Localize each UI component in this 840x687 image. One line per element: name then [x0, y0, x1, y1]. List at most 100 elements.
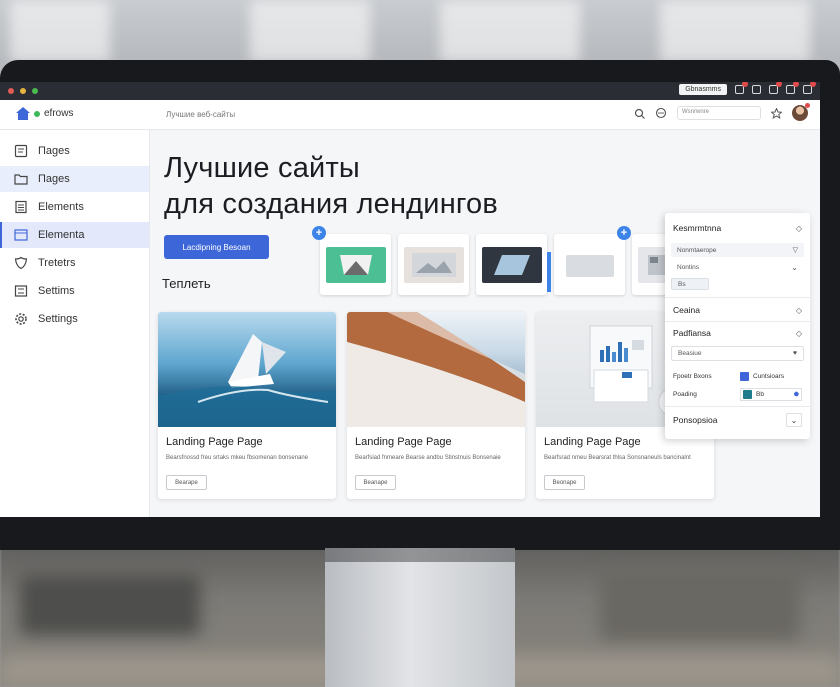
color-swatch-blue[interactable]: [740, 372, 749, 381]
sidebar-item-label: Elements: [38, 201, 84, 213]
comments-icon[interactable]: [655, 107, 667, 119]
panel-section-title: Ceaina: [673, 305, 700, 315]
sidebar-item-label: Пages: [38, 173, 70, 185]
panel-select-label: Beasiue: [678, 350, 702, 357]
diamond-icon[interactable]: ◇: [796, 224, 802, 233]
cta-button[interactable]: Lacdipning Besoan: [164, 235, 269, 259]
sidebar-item-label: Пages: [38, 145, 70, 157]
panel-section-header[interactable]: Kesmrmtnna ◇: [673, 223, 802, 233]
card-button[interactable]: Beanape: [355, 475, 396, 490]
list-icon: [15, 200, 27, 214]
divider: [665, 406, 810, 407]
panel-property-value-text: Cuntsioars: [753, 373, 785, 380]
sidebar-item-elementa[interactable]: Elementa: [0, 222, 149, 248]
monitor-stand: [325, 548, 515, 687]
panel-select[interactable]: Beasiue ♥: [671, 346, 804, 361]
card-description: Bearfsiad fnmeare Bearse andbu Stinstnui…: [355, 455, 501, 461]
template-thumb[interactable]: +: [312, 226, 391, 295]
panel-section-title: Padfiansa: [673, 328, 711, 338]
template-thumb[interactable]: +: [554, 226, 631, 295]
panel-property-value[interactable]: Cuntsioars: [740, 372, 802, 381]
sidebar-item-settings[interactable]: Settings: [0, 306, 149, 332]
thumb-preview: [559, 246, 620, 283]
close-dot[interactable]: [8, 88, 14, 94]
message-icon[interactable]: [786, 82, 799, 94]
browser-top-button[interactable]: Gbnasmms: [679, 84, 727, 95]
dropdown-icon: ▽: [792, 247, 798, 254]
avatar[interactable]: [792, 103, 810, 121]
app-header: efrows Лучшие веб-сайты Wsnrwnre: [0, 100, 820, 130]
sailboat-graphic: [158, 334, 336, 427]
add-icon[interactable]: +: [617, 226, 631, 240]
page-title-line-2: для создания лендингов: [164, 188, 498, 220]
background-window: [10, 0, 110, 62]
landing-card[interactable]: Landing Page Page Bearsfnossd freu srtak…: [158, 312, 336, 499]
card-button[interactable]: Beonape: [544, 475, 585, 490]
browser-actions: Gbnasmms: [679, 82, 816, 95]
page-title: Лучшие сайты для создания лендингов: [164, 150, 498, 222]
heart-icon: ♥: [792, 350, 797, 357]
thumb-graphic: [565, 254, 614, 277]
star-icon[interactable]: [771, 107, 782, 119]
search-icon[interactable]: [634, 108, 645, 119]
sidebar-item-tretetrs[interactable]: Tretetrs: [0, 250, 149, 276]
background-blur: [20, 575, 200, 635]
thumb-graphic: [411, 252, 456, 277]
selection-indicator: [547, 252, 551, 292]
template-thumb[interactable]: [476, 234, 551, 295]
panel-field-label: Nonmtaerope: [677, 246, 717, 254]
background-blur: [600, 570, 800, 640]
sidebar-item-pages[interactable]: Пages: [0, 138, 149, 164]
sidebar-item-pages-2[interactable]: Пages: [0, 166, 149, 192]
panel-section-header[interactable]: Ceaina ◇: [673, 305, 802, 315]
color-swatch-teal[interactable]: [743, 390, 752, 399]
diamond-icon[interactable]: ◇: [796, 329, 802, 338]
panel-property-value-text: Bb: [756, 391, 764, 398]
sidebar-item-label: Settings: [38, 313, 78, 325]
panel-section-header[interactable]: Ponsopsioa ⌄: [673, 413, 802, 427]
add-icon[interactable]: +: [312, 226, 326, 240]
properties-panel: Kesmrmtnna ◇ Nonmtaerope ▽ Nontins ⌄ Bs …: [665, 213, 810, 439]
card-button[interactable]: Bearape: [166, 475, 207, 490]
sidebar-item-elements[interactable]: Elements: [0, 194, 149, 220]
divider: [665, 297, 810, 298]
chat-icon[interactable]: [752, 85, 761, 94]
sidebar-item-settims[interactable]: Settims: [0, 278, 149, 304]
panel-section-header[interactable]: Padfiansa ◇: [673, 328, 802, 338]
header-actions: Wsnrwnre: [634, 103, 810, 121]
folder-icon: [14, 174, 28, 185]
card-title: Landing Page Page: [166, 436, 263, 448]
breadcrumb[interactable]: Лучшие веб-сайты: [166, 110, 235, 119]
maximize-dot[interactable]: [32, 88, 38, 94]
monitor-stand-shadow: [325, 548, 515, 562]
thumb-graphic: [339, 254, 372, 275]
camera-icon[interactable]: [735, 82, 748, 94]
gear-icon: [15, 313, 27, 325]
landing-cards: Landing Page Page Bearsfnossd freu srtak…: [158, 312, 714, 499]
shield-icon: ⬟: [793, 392, 799, 398]
logo-text: efrows: [44, 108, 74, 119]
divider: [665, 321, 810, 322]
chevron-down-icon[interactable]: ⌄: [786, 413, 802, 427]
sidebar: Пages Пages Elements Elementa Tretetrs S…: [0, 130, 150, 517]
template-thumb[interactable]: [398, 234, 469, 295]
panel-field[interactable]: Nonmtaerope ▽: [671, 243, 804, 257]
home-icon: [16, 107, 30, 120]
shield-icon: [14, 256, 28, 270]
minimize-dot[interactable]: [20, 88, 26, 94]
landing-card[interactable]: Landing Page Page Bearfsiad fnmeare Bear…: [347, 312, 525, 499]
sidebar-item-label: Settims: [38, 285, 75, 297]
status-dot: [34, 110, 40, 117]
panel-field[interactable]: Nontins ⌄: [671, 260, 804, 274]
panel-property-value[interactable]: Bb ⬟: [740, 388, 802, 401]
panel-input[interactable]: Bs: [671, 278, 709, 290]
notification-icon[interactable]: [769, 82, 782, 94]
diamond-icon[interactable]: ◇: [796, 306, 802, 315]
card-description: Bearfsrad nmeu Bearsrat thlsa Sonsnaneul…: [544, 455, 691, 461]
page-title-line-1: Лучшие сайты: [164, 152, 360, 184]
search-input[interactable]: Wsnrwnre: [677, 106, 761, 120]
sliders-icon: [14, 285, 28, 297]
template-thumbnails: + +: [312, 226, 703, 295]
profile-icon[interactable]: [803, 82, 816, 94]
logo[interactable]: efrows: [16, 107, 73, 120]
